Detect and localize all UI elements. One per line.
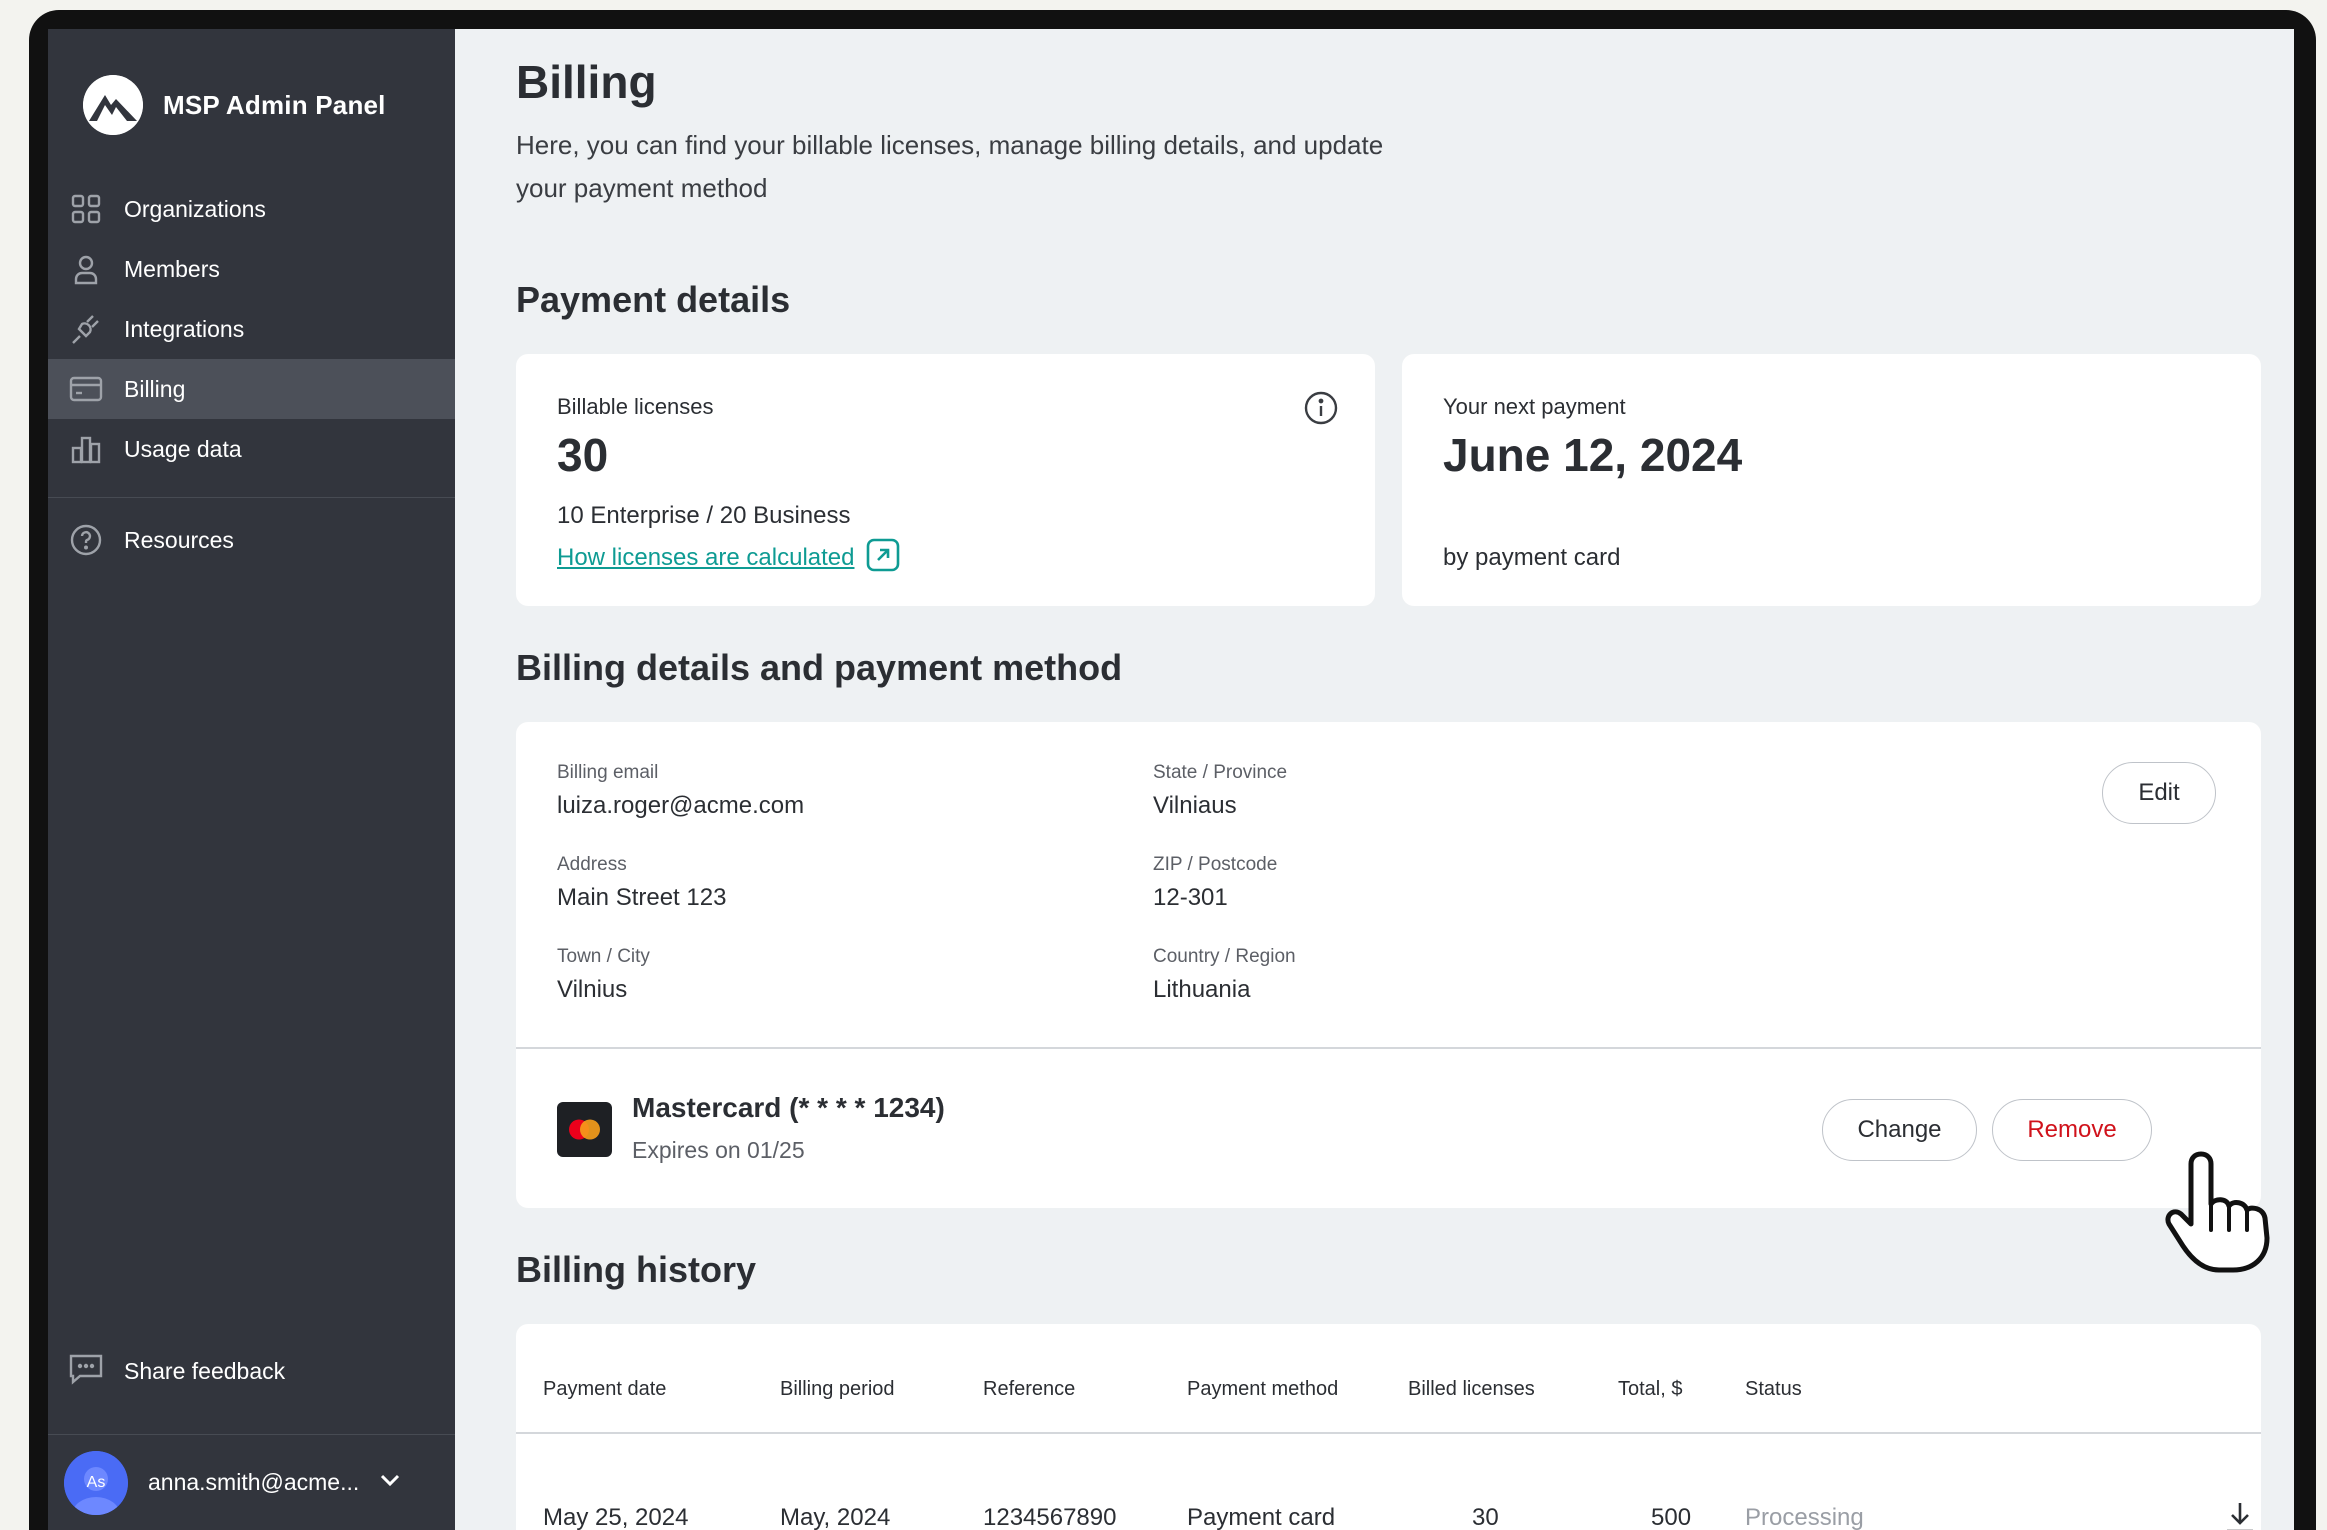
sidebar-nav: Organizations Members Integrations Billi… xyxy=(48,179,455,570)
sidebar-item-label: Members xyxy=(124,255,220,282)
next-payment-method: by payment card xyxy=(1443,544,1621,571)
licenses-breakdown: 10 Enterprise / 20 Business xyxy=(557,502,851,529)
cell-payment-method: Payment card xyxy=(1187,1504,1336,1530)
user-email: anna.smith@acme... xyxy=(148,1469,360,1495)
sidebar-item-label: Usage data xyxy=(124,435,242,462)
person-icon xyxy=(68,251,104,287)
sidebar-item-organizations[interactable]: Organizations xyxy=(48,179,455,239)
sidebar-item-billing[interactable]: Billing xyxy=(48,359,455,419)
field-label: State / Province xyxy=(1153,762,1288,783)
grid-icon xyxy=(68,191,104,227)
avatar-initials: As xyxy=(86,1473,106,1491)
sidebar-item-label: Integrations xyxy=(124,315,245,342)
column-header: Reference xyxy=(983,1378,1076,1400)
page-subtitle: Here, you can find your billable license… xyxy=(516,130,1384,203)
address-field: Address Main Street 123 xyxy=(557,854,726,912)
main-content: Billing Here, you can find your billable… xyxy=(455,29,2294,1530)
field-label: Country / Region xyxy=(1153,946,1296,967)
download-icon[interactable] xyxy=(2224,1500,2256,1530)
external-link-icon[interactable] xyxy=(866,538,900,577)
column-header: Billed licenses xyxy=(1408,1378,1535,1400)
field-label: Address xyxy=(557,854,627,875)
table-header-divider xyxy=(516,1432,2261,1434)
payment-details-heading: Payment details xyxy=(516,279,791,320)
info-icon[interactable] xyxy=(1303,390,1339,431)
billing-history-heading: Billing history xyxy=(516,1249,757,1290)
sidebar-item-label: Organizations xyxy=(124,195,266,222)
billing-details-heading: Billing details and payment method xyxy=(516,647,1123,688)
edit-button[interactable]: Edit xyxy=(2102,762,2216,824)
billing-history-table xyxy=(516,1324,2261,1530)
card-icon xyxy=(68,371,104,407)
avatar: As xyxy=(64,1450,128,1515)
city-field: Town / City Vilnius xyxy=(557,946,650,1004)
billable-licenses-card: Billable licenses 30 10 Enterprise / 20 … xyxy=(516,354,1375,606)
plug-icon xyxy=(68,311,104,347)
sidebar-divider xyxy=(48,497,455,498)
sidebar-item-label: Billing xyxy=(124,375,186,402)
next-payment-label: Your next payment xyxy=(1443,394,1626,419)
chat-icon xyxy=(68,1351,104,1391)
zip-field: ZIP / Postcode 12-301 xyxy=(1153,854,1277,912)
sidebar-item-resources[interactable]: Resources xyxy=(48,510,455,570)
field-value: Main Street 123 xyxy=(557,884,727,911)
licenses-count: 30 xyxy=(557,429,609,481)
sidebar-item-label: Resources xyxy=(124,526,234,553)
field-label: ZIP / Postcode xyxy=(1153,854,1278,875)
billing-email-field: Billing email luiza.roger@acme.com xyxy=(557,762,804,820)
sidebar-item-members[interactable]: Members xyxy=(48,239,455,299)
cell-billed-licenses: 30 xyxy=(1472,1504,1499,1530)
card-expiry: Expires on 01/25 xyxy=(632,1137,805,1163)
page-title: Billing xyxy=(516,56,657,108)
next-payment-date: June 12, 2024 xyxy=(1443,429,1743,481)
app-window: MSP Admin Panel Organizations Members In… xyxy=(48,29,2294,1530)
mastercard-logo-icon xyxy=(557,1102,612,1157)
billing-details-card: Billing email luiza.roger@acme.com Addre… xyxy=(516,722,2261,1208)
feedback-label: Share feedback xyxy=(124,1357,286,1384)
chevron-down-icon[interactable] xyxy=(379,1473,401,1492)
app-name: MSP Admin Panel xyxy=(163,89,386,120)
bar-chart-icon xyxy=(68,431,104,467)
column-header: Billing period xyxy=(780,1378,895,1400)
how-licenses-calculated-link[interactable]: How licenses are calculated xyxy=(557,544,854,572)
share-feedback-button[interactable]: Share feedback xyxy=(68,1351,285,1391)
cell-billing-period: May, 2024 xyxy=(780,1504,891,1530)
column-header: Payment date xyxy=(543,1378,667,1400)
field-value: Vilniaus xyxy=(1153,792,1237,819)
user-menu[interactable]: As anna.smith@acme... xyxy=(48,1434,455,1530)
field-label: Billing email xyxy=(557,762,659,783)
column-header: Total, $ xyxy=(1618,1378,1683,1400)
remove-card-button[interactable]: Remove xyxy=(1992,1099,2152,1161)
field-value: Lithuania xyxy=(1153,976,1251,1003)
state-field: State / Province Vilniaus xyxy=(1153,762,1287,820)
field-value: 12-301 xyxy=(1153,884,1228,911)
field-label: Town / City xyxy=(557,946,650,967)
sidebar: MSP Admin Panel Organizations Members In… xyxy=(48,29,455,1530)
help-circle-icon xyxy=(68,522,104,558)
next-payment-card: Your next payment June 12, 2024 by payme… xyxy=(1402,354,2261,606)
cell-total: 500 xyxy=(1651,1504,1692,1530)
licenses-label: Billable licenses xyxy=(557,394,714,419)
sidebar-item-integrations[interactable]: Integrations xyxy=(48,299,455,359)
cell-reference: 1234567890 xyxy=(983,1504,1117,1530)
card-divider xyxy=(516,1047,2261,1049)
column-header: Payment method xyxy=(1187,1378,1339,1400)
status-badge: Processing xyxy=(1745,1504,1864,1530)
mountain-logo-icon xyxy=(83,75,143,135)
sidebar-item-usage-data[interactable]: Usage data xyxy=(48,419,455,479)
field-value: luiza.roger@acme.com xyxy=(557,792,805,819)
pointer-hand-cursor-icon xyxy=(2163,1146,2283,1279)
country-field: Country / Region Lithuania xyxy=(1153,946,1296,1004)
column-header: Status xyxy=(1745,1378,1802,1400)
brand[interactable]: MSP Admin Panel xyxy=(83,75,386,135)
field-value: Vilnius xyxy=(557,976,628,1003)
change-card-button[interactable]: Change xyxy=(1822,1099,1977,1161)
cell-payment-date: May 25, 2024 xyxy=(543,1504,689,1530)
card-name: Mastercard (* * * * 1234) xyxy=(632,1092,945,1123)
